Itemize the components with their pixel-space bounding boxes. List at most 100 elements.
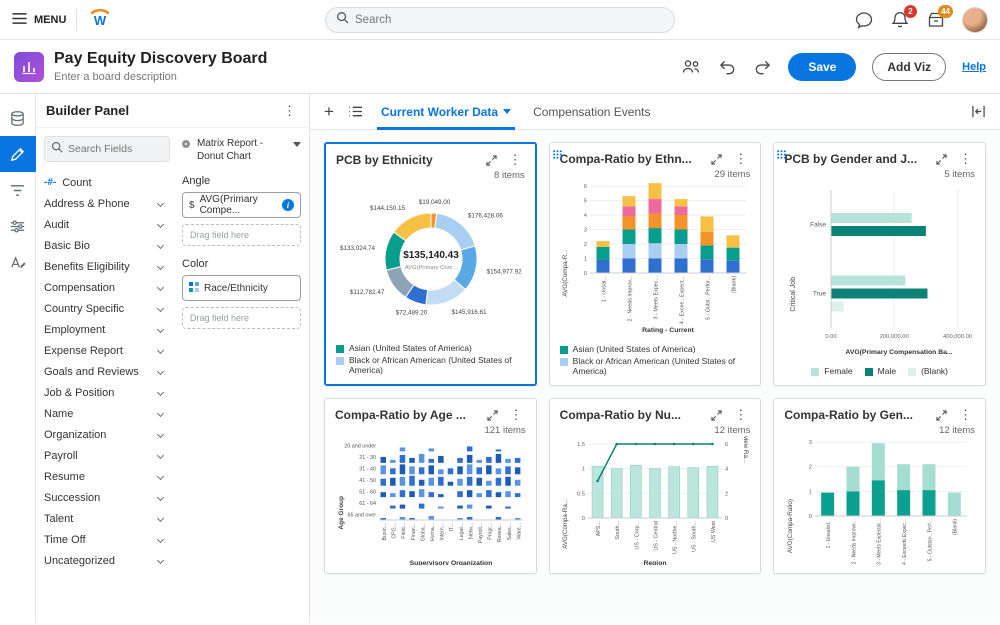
matrix-chart[interactable]: 20 and under21 - 3031 - 4041 - 5051 - 60… (335, 436, 525, 565)
workday-logo[interactable]: W (87, 4, 113, 35)
svg-text:6: 6 (725, 442, 728, 448)
rail-fields-icon[interactable] (0, 100, 36, 136)
field-category[interactable]: Job & Position (44, 382, 170, 403)
chevron-down-icon[interactable] (157, 284, 164, 291)
fields-search[interactable] (44, 136, 170, 162)
expand-icon[interactable] (936, 154, 947, 165)
kebab-menu-icon[interactable]: ⋮ (731, 151, 750, 167)
card-pcb-by-ethnicity[interactable]: PCB by Ethnicity ⋮ 8 items $19,049.00$17… (324, 142, 537, 386)
drag-handle-icon[interactable] (777, 146, 786, 164)
add-sheet-button[interactable]: + (324, 103, 334, 120)
field-category[interactable]: Benefits Eligibility (44, 256, 170, 277)
rail-settings-icon[interactable] (0, 208, 36, 244)
field-category[interactable]: Address & Phone (44, 193, 170, 214)
profile-avatar[interactable] (962, 7, 988, 33)
save-button[interactable]: Save (788, 53, 856, 81)
expand-icon[interactable] (711, 154, 722, 165)
horizontal-bar-chart[interactable]: 0.00200,000.00400,000.00FalseTrueCritica… (785, 180, 975, 358)
chevron-down-icon[interactable] (157, 368, 164, 375)
expand-icon[interactable] (486, 155, 497, 166)
stacked-bar-chart[interactable]: 01231 - Unsatisf...2 - Needs Improve...3… (785, 436, 975, 565)
field-category[interactable]: Goals and Reviews (44, 361, 170, 382)
chevron-down-icon[interactable] (157, 326, 164, 333)
sheet-list-icon[interactable] (348, 105, 363, 118)
expand-icon[interactable] (711, 410, 722, 421)
chevron-down-icon[interactable] (157, 431, 164, 438)
board-description[interactable]: Enter a board description (54, 71, 267, 83)
forward-icon[interactable] (753, 59, 772, 75)
expand-icon[interactable] (487, 410, 498, 421)
field-category[interactable]: Time Off (44, 529, 170, 550)
field-category[interactable]: Talent (44, 508, 170, 529)
kebab-menu-icon[interactable]: ⋮ (506, 152, 525, 168)
angle-drop-zone[interactable]: Drag field here (182, 224, 301, 246)
combo-chart[interactable]: 00.511.50246APS...South...US - Corp...US… (560, 436, 750, 565)
chevron-down-icon[interactable] (157, 473, 164, 480)
chevron-down-icon[interactable] (157, 494, 164, 501)
field-category[interactable]: Compensation (44, 277, 170, 298)
chevron-down-icon[interactable] (157, 557, 164, 564)
chevron-down-icon[interactable] (157, 263, 164, 270)
donut-chart[interactable]: $19,049.00$176,428.06$154,977.92$145,916… (336, 181, 525, 336)
global-search[interactable] (325, 7, 675, 33)
tab-current-worker-data[interactable]: Current Worker Data (377, 94, 515, 130)
svg-text:AVG(Compa-R...: AVG(Compa-R... (562, 249, 569, 296)
kebab-menu-icon[interactable]: ⋮ (956, 151, 975, 167)
undo-icon[interactable] (718, 59, 737, 75)
field-category[interactable]: Uncategorized (44, 550, 170, 571)
chevron-down-icon[interactable] (157, 389, 164, 396)
field-count[interactable]: -#- Count (44, 172, 170, 193)
kebab-menu-icon[interactable]: ⋮ (507, 407, 526, 423)
share-users-icon[interactable] (680, 58, 702, 75)
tab-compensation-events[interactable]: Compensation Events (529, 94, 654, 130)
chart-type-select[interactable]: Matrix Report - Donut Chart (182, 138, 301, 163)
rail-annotate-icon[interactable] (0, 244, 36, 280)
inbox-button[interactable]: 44 (926, 10, 946, 30)
chevron-down-icon[interactable] (157, 347, 164, 354)
angle-field-chip[interactable]: $ AVG(Primary Compe... i (182, 192, 301, 218)
field-category[interactable]: Succession (44, 487, 170, 508)
card-compa-ratio-by-gender[interactable]: Compa-Ratio by Gen... ⋮ 12 items 01231 -… (773, 398, 986, 574)
chevron-down-icon[interactable] (157, 305, 164, 312)
chevron-down-icon[interactable] (157, 452, 164, 459)
chevron-down-icon[interactable] (157, 242, 164, 249)
field-category[interactable]: Country Specific (44, 298, 170, 319)
card-pcb-by-gender-and-job[interactable]: PCB by Gender and J... ⋮ 5 items 0.00200… (773, 142, 986, 386)
card-compa-ratio-by-region[interactable]: Compa-Ratio by Nu... ⋮ 12 items 00.511.5… (549, 398, 762, 574)
fields-search-input[interactable] (68, 143, 163, 155)
builder-kebab-icon[interactable]: ⋮ (280, 103, 299, 119)
field-category[interactable]: Resume (44, 466, 170, 487)
info-icon[interactable]: i (282, 199, 294, 211)
chevron-down-icon[interactable] (157, 221, 164, 228)
global-search-input[interactable] (355, 14, 664, 26)
field-category[interactable]: Payroll (44, 445, 170, 466)
chevron-down-icon[interactable] (157, 536, 164, 543)
chevron-down-icon[interactable] (157, 410, 164, 417)
card-compa-ratio-by-ethnicity[interactable]: Compa-Ratio by Ethn... ⋮ 29 items 012345… (549, 142, 762, 386)
chevron-down-icon[interactable] (157, 515, 164, 522)
field-category[interactable]: Basic Bio (44, 235, 170, 256)
rail-filter-icon[interactable] (0, 172, 36, 208)
color-drop-zone[interactable]: Drag field here (182, 307, 301, 329)
panel-toggle-icon[interactable] (971, 105, 986, 118)
field-category[interactable]: Employment (44, 319, 170, 340)
help-link[interactable]: Help (962, 61, 986, 73)
field-category[interactable]: Audit (44, 214, 170, 235)
rail-edit-icon[interactable] (0, 136, 36, 172)
field-category[interactable]: Name (44, 403, 170, 424)
field-category[interactable]: Expense Report (44, 340, 170, 361)
kebab-menu-icon[interactable]: ⋮ (731, 407, 750, 423)
kebab-menu-icon[interactable]: ⋮ (956, 407, 975, 423)
svg-text:1.5: 1.5 (577, 442, 585, 448)
stacked-bar-chart[interactable]: 01234561 - Unsat...2 - Needs Improv...3 … (560, 180, 750, 335)
menu-button[interactable]: MENU (12, 12, 66, 28)
field-category[interactable]: Organization (44, 424, 170, 445)
expand-icon[interactable] (936, 410, 947, 421)
card-compa-ratio-by-age[interactable]: Compa-Ratio by Age ... ⋮ 121 items 20 an… (324, 398, 537, 574)
add-viz-button[interactable]: Add Viz (872, 53, 946, 81)
chevron-down-icon[interactable] (157, 200, 164, 207)
color-field-chip[interactable]: Race/Ethnicity (182, 275, 301, 301)
notifications-button[interactable]: 2 (890, 10, 910, 30)
drag-handle-icon[interactable] (553, 146, 562, 164)
chat-button[interactable] (854, 10, 874, 30)
